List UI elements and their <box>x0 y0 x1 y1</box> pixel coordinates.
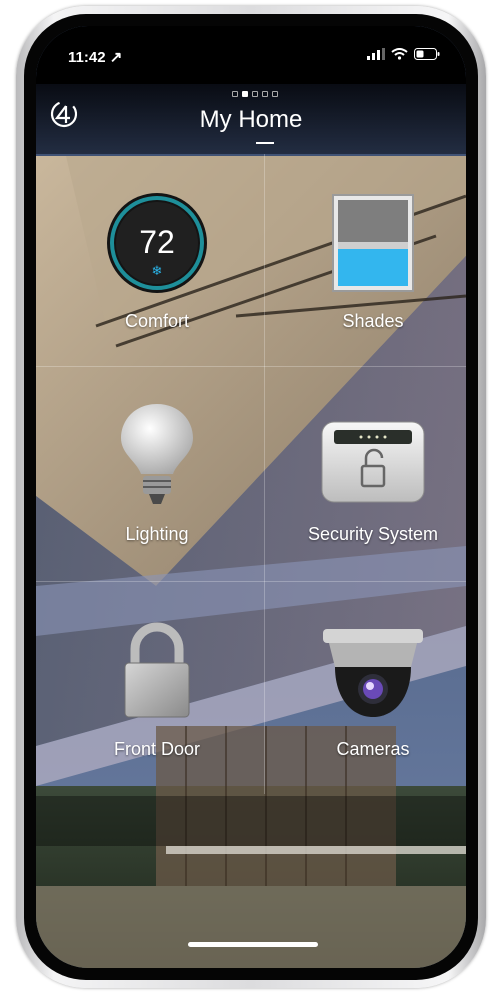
tile-comfort[interactable]: 72 ❄ Comfort <box>50 161 264 373</box>
cellular-signal-icon <box>367 48 385 60</box>
tile-front-door[interactable]: Front Door <box>50 591 264 803</box>
grid-divider <box>264 154 265 794</box>
padlock-icon <box>124 622 190 718</box>
tile-label: Comfort <box>124 311 189 331</box>
security-panel-icon <box>321 421 425 503</box>
page-dot[interactable] <box>272 91 278 97</box>
title-underline <box>256 142 274 144</box>
home-indicator[interactable] <box>188 942 318 947</box>
svg-text:❄: ❄ <box>152 264 163 279</box>
status-bar: 11:42 ↗ <box>36 26 466 84</box>
thermostat-temperature: 72 <box>139 224 175 260</box>
status-time: 11:42 ↗ <box>68 49 123 66</box>
tile-security-system[interactable]: Security System <box>266 376 466 588</box>
page-indicator[interactable] <box>232 91 278 97</box>
light-bulb-icon <box>121 404 193 504</box>
tile-label: Security System <box>307 524 439 544</box>
tile-cameras[interactable]: Cameras <box>266 591 466 803</box>
tile-label: Lighting <box>125 524 189 544</box>
page-title: My Home <box>199 106 303 133</box>
tile-label: Shades <box>342 311 404 331</box>
tile-lighting[interactable]: Lighting <box>50 376 264 588</box>
page-dot[interactable] <box>232 91 238 97</box>
app-screen: 11:42 ↗ My Home 72 ❄ Comfort Shades Ligh… <box>36 26 466 968</box>
thermostat-icon: 72 ❄ <box>107 193 207 293</box>
page-dot-active[interactable] <box>242 91 248 97</box>
status-icons <box>367 48 440 60</box>
battery-icon <box>414 48 440 60</box>
page-dot[interactable] <box>262 91 268 97</box>
shades-icon <box>332 194 414 292</box>
tile-label: Front Door <box>113 739 201 759</box>
page-dot[interactable] <box>252 91 258 97</box>
tile-label: Cameras <box>336 739 410 759</box>
app-header: My Home <box>36 84 466 154</box>
tile-shades[interactable]: Shades <box>266 161 466 373</box>
wifi-icon <box>391 48 408 60</box>
security-camera-icon <box>323 629 423 717</box>
